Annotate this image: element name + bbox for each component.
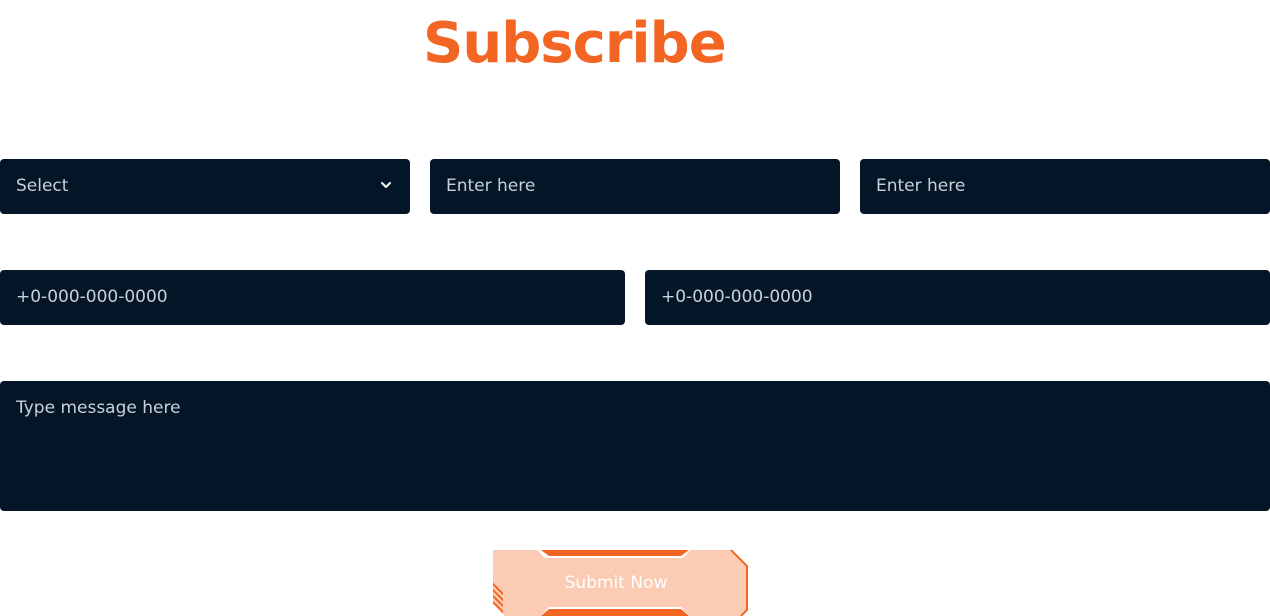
subscribe-page: Subscribe Select Enter here Enter here +…: [0, 0, 1270, 616]
submit-button-label: Submit Now: [564, 573, 668, 593]
chevron-down-icon: [381, 182, 391, 188]
phone-input-2[interactable]: +0-000-000-0000: [645, 270, 1270, 325]
page-title: Subscribe: [423, 11, 727, 76]
select-value: Select: [16, 176, 69, 196]
phone-input-2-placeholder: +0-000-000-0000: [661, 287, 813, 307]
text-input-1[interactable]: Enter here: [430, 159, 840, 214]
message-placeholder: Type message here: [16, 398, 181, 418]
message-textarea[interactable]: Type message here: [0, 381, 1270, 511]
text-input-2[interactable]: Enter here: [860, 159, 1270, 214]
text-input-1-placeholder: Enter here: [446, 176, 536, 196]
phone-input-1[interactable]: +0-000-000-0000: [0, 270, 625, 325]
text-input-2-placeholder: Enter here: [876, 176, 966, 196]
phone-input-1-placeholder: +0-000-000-0000: [16, 287, 168, 307]
submit-button[interactable]: Submit Now: [493, 550, 749, 616]
select-dropdown[interactable]: Select: [0, 159, 410, 214]
